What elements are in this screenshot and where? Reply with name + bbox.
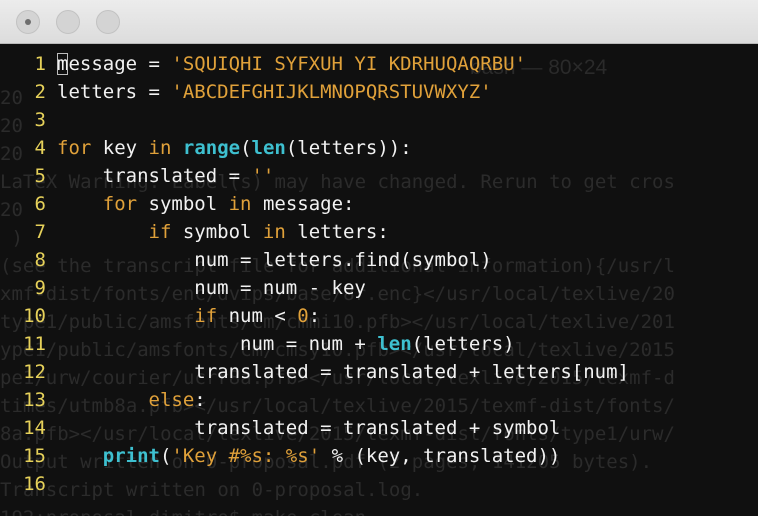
code-token: essage =	[68, 53, 172, 75]
line-number: 13	[23, 389, 46, 411]
code-token: if	[194, 305, 218, 327]
code-token: ''	[251, 165, 275, 187]
line-number: 15	[23, 445, 46, 467]
line-number: 8	[34, 249, 46, 271]
code-text: num = num - key	[57, 277, 366, 299]
code-token: 'ABCDEFGHIJKLMNOPQRSTUVWXYZ'	[171, 81, 492, 103]
code-line[interactable]: 13 else:	[0, 386, 758, 414]
line-number: 11	[23, 333, 46, 355]
code-line[interactable]: 5 translated = ''	[0, 162, 758, 190]
code-text: translated = translated + letters[num]	[57, 361, 629, 383]
code-token: letters =	[57, 81, 172, 103]
code-line[interactable]: 9 num = num - key	[0, 274, 758, 302]
code-token: message:	[251, 193, 355, 215]
line-number: 1	[34, 53, 46, 75]
code-token: num = num - key	[194, 277, 366, 299]
minimize-button[interactable]	[56, 10, 80, 34]
code-token: (letters)	[411, 333, 515, 355]
line-number: 14	[23, 417, 46, 439]
code-text: translated = translated + symbol	[57, 417, 560, 439]
code-token: (letters)):	[285, 137, 412, 159]
line-number: 16	[23, 473, 46, 495]
code-token: % (key, translated))	[320, 445, 561, 467]
code-token: print	[102, 445, 160, 467]
code-token: in	[148, 137, 172, 159]
line-number: 7	[34, 221, 46, 243]
close-button[interactable]	[16, 10, 40, 34]
code-token: len	[251, 137, 286, 159]
code-text: letters = 'ABCDEFGHIJKLMNOPQRSTUVWXYZ'	[57, 81, 492, 103]
code-line[interactable]: 11 num = num + len(letters)	[0, 330, 758, 358]
code-token: (	[240, 137, 252, 159]
code-text: if num < 0:	[57, 305, 320, 327]
title-bar[interactable]	[0, 0, 758, 44]
code-text: translated = ''	[57, 165, 275, 187]
code-line[interactable]: 2 letters = 'ABCDEFGHIJKLMNOPQRSTUVWXYZ'	[0, 78, 758, 106]
code-text: message = 'SQUIQHI SYFXUH YI KDRHUQAQRBU…	[57, 53, 526, 75]
code-line[interactable]: 4 for key in range(len(letters)):	[0, 134, 758, 162]
code-line[interactable]: 15 print('Key #%s: %s' % (key, translate…	[0, 442, 758, 470]
code-token: symbol	[137, 193, 229, 215]
code-line[interactable]: 16	[0, 470, 758, 498]
line-number: 3	[34, 109, 46, 131]
code-token: 'Key #%s: %s'	[171, 445, 321, 467]
code-text: print('Key #%s: %s' % (key, translated))	[57, 445, 561, 467]
text-cursor: m	[57, 53, 69, 75]
code-token: :	[194, 389, 206, 411]
code-line[interactable]: 1 message = 'SQUIQHI SYFXUH YI KDRHUQAQRB…	[0, 50, 758, 78]
code-token: num = num +	[240, 333, 378, 355]
code-token: letters:	[285, 221, 389, 243]
line-number: 12	[23, 361, 46, 383]
line-number: 4	[34, 137, 46, 159]
code-text: for key in range(len(letters)):	[57, 137, 412, 159]
line-number: 9	[34, 277, 46, 299]
code-token: num = letters.find(symbol)	[194, 249, 492, 271]
code-token: else	[148, 389, 195, 411]
line-number: 2	[34, 81, 46, 103]
line-number: 10	[23, 305, 46, 327]
code-token: translated = translated + letters[num]	[194, 361, 629, 383]
terminal-window: bash — 80×24 20 20 20 LaTeX Warning: Label(…	[0, 0, 758, 516]
code-text: for symbol in message:	[57, 193, 355, 215]
code-line[interactable]: 6 for symbol in message:	[0, 190, 758, 218]
code-token: for	[102, 193, 138, 215]
code-line[interactable]: 7 if symbol in letters:	[0, 218, 758, 246]
code-line[interactable]: 3	[0, 106, 758, 134]
code-text: else:	[57, 389, 206, 411]
background-terminal-line: 192:proposal dimitro$ make clean	[0, 504, 675, 516]
code-text: num = num + len(letters)	[57, 333, 515, 355]
code-token: for	[57, 137, 92, 159]
code-token: num <	[217, 305, 298, 327]
code-line[interactable]: 14 translated = translated + symbol	[0, 414, 758, 442]
code-token: in	[262, 221, 286, 243]
code-editor[interactable]: 1 message = 'SQUIQHI SYFXUH YI KDRHUQAQRB…	[0, 50, 758, 498]
line-number: 5	[34, 165, 46, 187]
code-line[interactable]: 12 translated = translated + letters[num…	[0, 358, 758, 386]
code-token: key	[91, 137, 149, 159]
code-token: len	[377, 333, 412, 355]
zoom-button[interactable]	[96, 10, 120, 34]
code-line[interactable]: 10 if num < 0:	[0, 302, 758, 330]
code-text: num = letters.find(symbol)	[57, 249, 492, 271]
code-token: range	[182, 137, 241, 159]
code-token: (	[159, 445, 172, 467]
code-text: if symbol in letters:	[57, 221, 389, 243]
code-token: :	[308, 305, 321, 327]
code-token: in	[228, 193, 252, 215]
code-token: translated = translated + symbol	[194, 417, 561, 439]
code-token: if	[148, 221, 172, 243]
code-token: symbol	[171, 221, 263, 243]
line-number: 6	[34, 193, 46, 215]
code-line[interactable]: 8 num = letters.find(symbol)	[0, 246, 758, 274]
code-token: 'SQUIQHI SYFXUH YI KDRHUQAQRBU'	[171, 53, 527, 75]
code-token: translated =	[102, 165, 252, 187]
code-token: 0	[297, 305, 309, 327]
